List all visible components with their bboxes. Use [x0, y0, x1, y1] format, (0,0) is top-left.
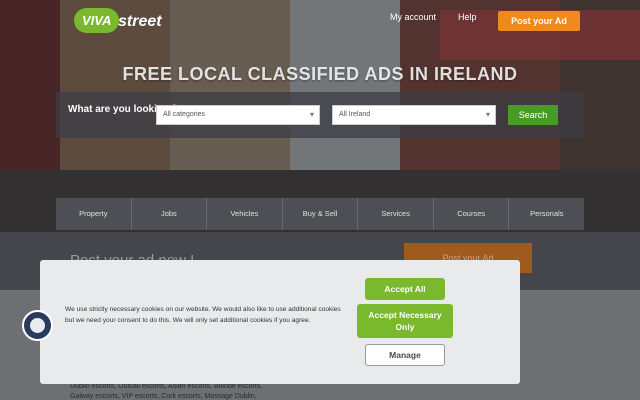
cookie-banner: We use strictly necessary cookies on our… — [40, 260, 520, 384]
logo-street: street — [118, 13, 162, 30]
category-item[interactable]: Property — [56, 198, 132, 230]
post-ad-button[interactable]: Post your Ad — [498, 11, 580, 31]
help-link[interactable]: Help — [458, 12, 477, 22]
location-select-value: All Ireland — [339, 111, 371, 118]
category-item[interactable]: Vehicles — [207, 198, 283, 230]
category-item[interactable]: Courses — [434, 198, 510, 230]
chevron-down-icon: ▾ — [309, 110, 314, 119]
accept-all-button[interactable]: Accept All — [365, 278, 445, 300]
cookie-icon[interactable] — [22, 310, 53, 341]
footer-links-line[interactable]: Galway escorts, VIP escorts, Cork escort… — [70, 392, 262, 400]
category-item[interactable]: Services — [358, 198, 434, 230]
category-select[interactable]: All categories ▾ — [156, 105, 320, 125]
site-logo[interactable]: VIVA street — [74, 6, 164, 36]
cookie-message: We use strictly necessary cookies on our… — [65, 306, 341, 324]
cookie-icon-inner — [30, 318, 45, 333]
logo-viva: VIVA — [74, 8, 120, 33]
search-button[interactable]: Search — [508, 105, 558, 125]
category-select-value: All categories — [163, 111, 206, 118]
category-item[interactable]: Buy & Sell — [283, 198, 359, 230]
footer-links: Dublin escorts, Outcall escorts, Asian e… — [70, 382, 262, 400]
category-nav: Property Jobs Vehicles Buy & Sell Servic… — [56, 198, 584, 230]
accept-necessary-button[interactable]: Accept Necessary Only — [357, 304, 453, 338]
my-account-link[interactable]: My account — [390, 12, 436, 22]
page-headline: FREE LOCAL CLASSIFIED ADS IN IRELAND — [122, 64, 518, 84]
manage-cookies-button[interactable]: Manage — [365, 344, 445, 366]
location-select[interactable]: All Ireland ▾ — [332, 105, 496, 125]
category-item[interactable]: Jobs — [132, 198, 208, 230]
chevron-down-icon: ▾ — [485, 110, 490, 119]
search-panel: What are you looking for ? All categorie… — [56, 92, 584, 138]
category-item[interactable]: Personals — [509, 198, 584, 230]
